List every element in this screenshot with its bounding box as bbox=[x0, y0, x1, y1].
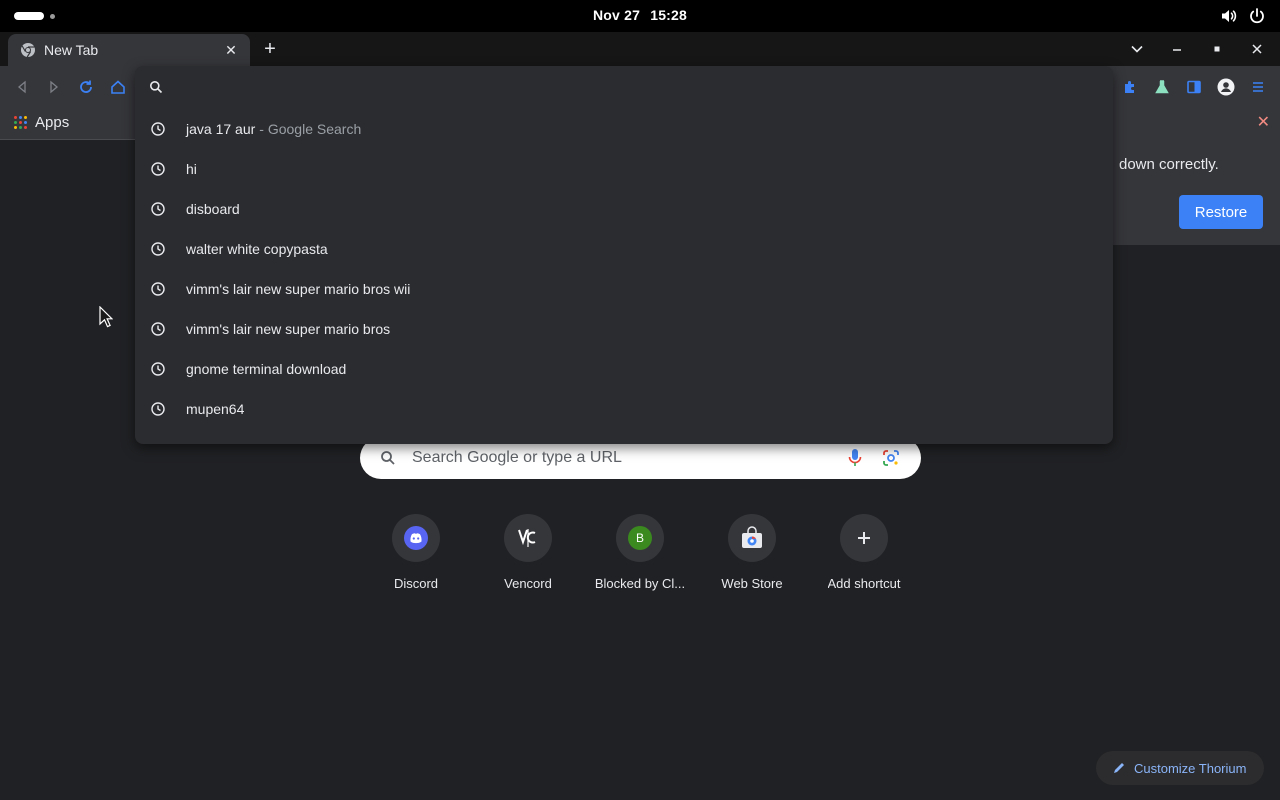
clock-date: Nov 27 bbox=[592, 7, 641, 23]
back-button[interactable] bbox=[10, 75, 34, 99]
shortcut-tile bbox=[840, 514, 888, 562]
shortcut-label: Vencord bbox=[504, 576, 552, 591]
clock[interactable]: Nov 27 15:28 bbox=[0, 7, 1280, 23]
suggestion-text: gnome terminal download bbox=[186, 361, 347, 377]
tab-title: New Tab bbox=[44, 42, 99, 58]
tab-new-tab[interactable]: New Tab ✕ bbox=[8, 34, 250, 66]
clock-time: 15:28 bbox=[650, 7, 688, 23]
power-icon bbox=[1250, 8, 1264, 24]
restore-message: down correctly. bbox=[1119, 156, 1219, 173]
minimize-button[interactable] bbox=[1164, 37, 1190, 61]
omnibox-dropdown: java 17 aur - Google Search hi disboard … bbox=[135, 66, 1113, 444]
shortcut-web-store[interactable]: Web Store bbox=[696, 514, 808, 591]
microphone-icon[interactable] bbox=[843, 446, 867, 470]
apps-label: Apps bbox=[35, 114, 70, 131]
suggestion-item[interactable]: vimm's lair new super mario bros wii bbox=[135, 269, 1113, 309]
menu-icon[interactable] bbox=[1246, 75, 1270, 99]
customize-button[interactable]: Customize Thorium bbox=[1096, 751, 1264, 785]
shortcut-add[interactable]: Add shortcut bbox=[808, 514, 920, 591]
suggestion-item[interactable]: java 17 aur - Google Search bbox=[135, 109, 1113, 149]
ntp-search-placeholder: Search Google or type a URL bbox=[412, 449, 622, 466]
letter-b-icon: B bbox=[628, 526, 652, 550]
suggestion-text: vimm's lair new super mario bros bbox=[186, 321, 391, 337]
suggestion-item[interactable]: gnome terminal download bbox=[135, 349, 1113, 389]
vencord-icon bbox=[518, 529, 536, 547]
window-controls bbox=[1124, 37, 1270, 61]
labs-flask-icon[interactable] bbox=[1150, 75, 1174, 99]
history-clock-icon bbox=[151, 122, 165, 136]
tab-strip: New Tab ✕ + bbox=[0, 32, 1280, 66]
history-clock-icon bbox=[151, 162, 165, 176]
suggestion-text: vimm's lair new super mario bros wii bbox=[186, 281, 411, 297]
suggestion-text: disboard bbox=[186, 201, 240, 217]
discord-icon bbox=[404, 526, 428, 550]
search-icon bbox=[150, 81, 163, 94]
suggestion-item[interactable]: walter white copypasta bbox=[135, 229, 1113, 269]
shortcut-tile bbox=[504, 514, 552, 562]
side-panel-icon[interactable] bbox=[1182, 75, 1206, 99]
close-window-button[interactable] bbox=[1244, 37, 1270, 61]
restore-session-bubble: ✕ down correctly. Restore bbox=[1110, 108, 1280, 245]
forward-arrow-icon bbox=[50, 80, 59, 94]
tab-search-chevron-down-icon[interactable] bbox=[1124, 37, 1150, 61]
suggestion-item[interactable]: mupen64 bbox=[135, 389, 1113, 429]
new-tab-button[interactable]: + bbox=[258, 37, 282, 61]
suggestion-text: walter white copypasta bbox=[186, 241, 328, 257]
shortcut-tile: B bbox=[616, 514, 664, 562]
restore-close-icon[interactable]: ✕ bbox=[1257, 112, 1270, 132]
profile-avatar-icon[interactable] bbox=[1214, 75, 1238, 99]
suggestion-list: java 17 aur - Google Search hi disboard … bbox=[135, 109, 1113, 429]
extensions-area bbox=[1118, 75, 1270, 99]
shortcut-tile bbox=[392, 514, 440, 562]
shortcut-tile bbox=[728, 514, 776, 562]
suggestion-text: mupen64 bbox=[186, 401, 245, 417]
suggestion-item[interactable]: hi bbox=[135, 149, 1113, 189]
suggestion-item[interactable]: disboard bbox=[135, 189, 1113, 229]
pencil-icon bbox=[1114, 763, 1124, 773]
chrome-favicon-icon bbox=[21, 43, 35, 58]
home-icon bbox=[111, 80, 125, 94]
maximize-button[interactable] bbox=[1204, 37, 1230, 61]
shortcut-label: Blocked by Cl... bbox=[594, 576, 686, 591]
shortcut-vencord[interactable]: Vencord bbox=[472, 514, 584, 591]
gnome-top-bar: Nov 27 15:28 bbox=[0, 0, 1280, 32]
search-icon bbox=[381, 451, 395, 465]
history-clock-icon bbox=[151, 402, 165, 416]
web-store-icon bbox=[742, 526, 762, 548]
history-clock-icon bbox=[151, 322, 165, 336]
volume-icon bbox=[1222, 10, 1237, 22]
system-tray[interactable] bbox=[1220, 7, 1266, 25]
extensions-puzzle-icon[interactable] bbox=[1118, 75, 1142, 99]
forward-button[interactable] bbox=[42, 75, 66, 99]
restore-button[interactable]: Restore bbox=[1179, 195, 1263, 229]
suggestion-suffix: - Google Search bbox=[259, 121, 362, 137]
history-clock-icon bbox=[151, 362, 165, 376]
plus-icon bbox=[858, 532, 870, 544]
shortcut-discord[interactable]: Discord bbox=[360, 514, 472, 591]
suggestion-text: hi bbox=[186, 161, 197, 177]
reload-button[interactable] bbox=[74, 75, 98, 99]
home-button[interactable] bbox=[106, 75, 130, 99]
shortcut-label: Discord bbox=[393, 576, 439, 591]
google-lens-icon[interactable] bbox=[879, 446, 903, 470]
history-clock-icon bbox=[151, 282, 165, 296]
apps-shortcut[interactable]: Apps bbox=[14, 114, 69, 131]
back-arrow-icon bbox=[17, 80, 26, 94]
tab-close-icon[interactable]: ✕ bbox=[222, 41, 240, 59]
shortcut-blocked[interactable]: B Blocked by Cl... bbox=[584, 514, 696, 591]
suggestion-item[interactable]: vimm's lair new super mario bros bbox=[135, 309, 1113, 349]
omnibox-input[interactable] bbox=[175, 79, 1075, 95]
history-clock-icon bbox=[151, 242, 165, 256]
mouse-cursor-icon bbox=[99, 306, 113, 328]
apps-grid-icon bbox=[14, 116, 27, 129]
customize-label: Customize Thorium bbox=[1134, 760, 1247, 776]
ntp-shortcuts: Discord Vencord B Blocked by Cl... Web S… bbox=[360, 514, 920, 614]
omnibox-row bbox=[135, 66, 1113, 108]
shortcut-label: Add shortcut bbox=[827, 576, 901, 591]
suggestion-text: java 17 aur bbox=[186, 121, 256, 137]
shortcut-label: Web Store bbox=[721, 576, 783, 591]
history-clock-icon bbox=[151, 202, 165, 216]
reload-icon bbox=[80, 80, 92, 93]
